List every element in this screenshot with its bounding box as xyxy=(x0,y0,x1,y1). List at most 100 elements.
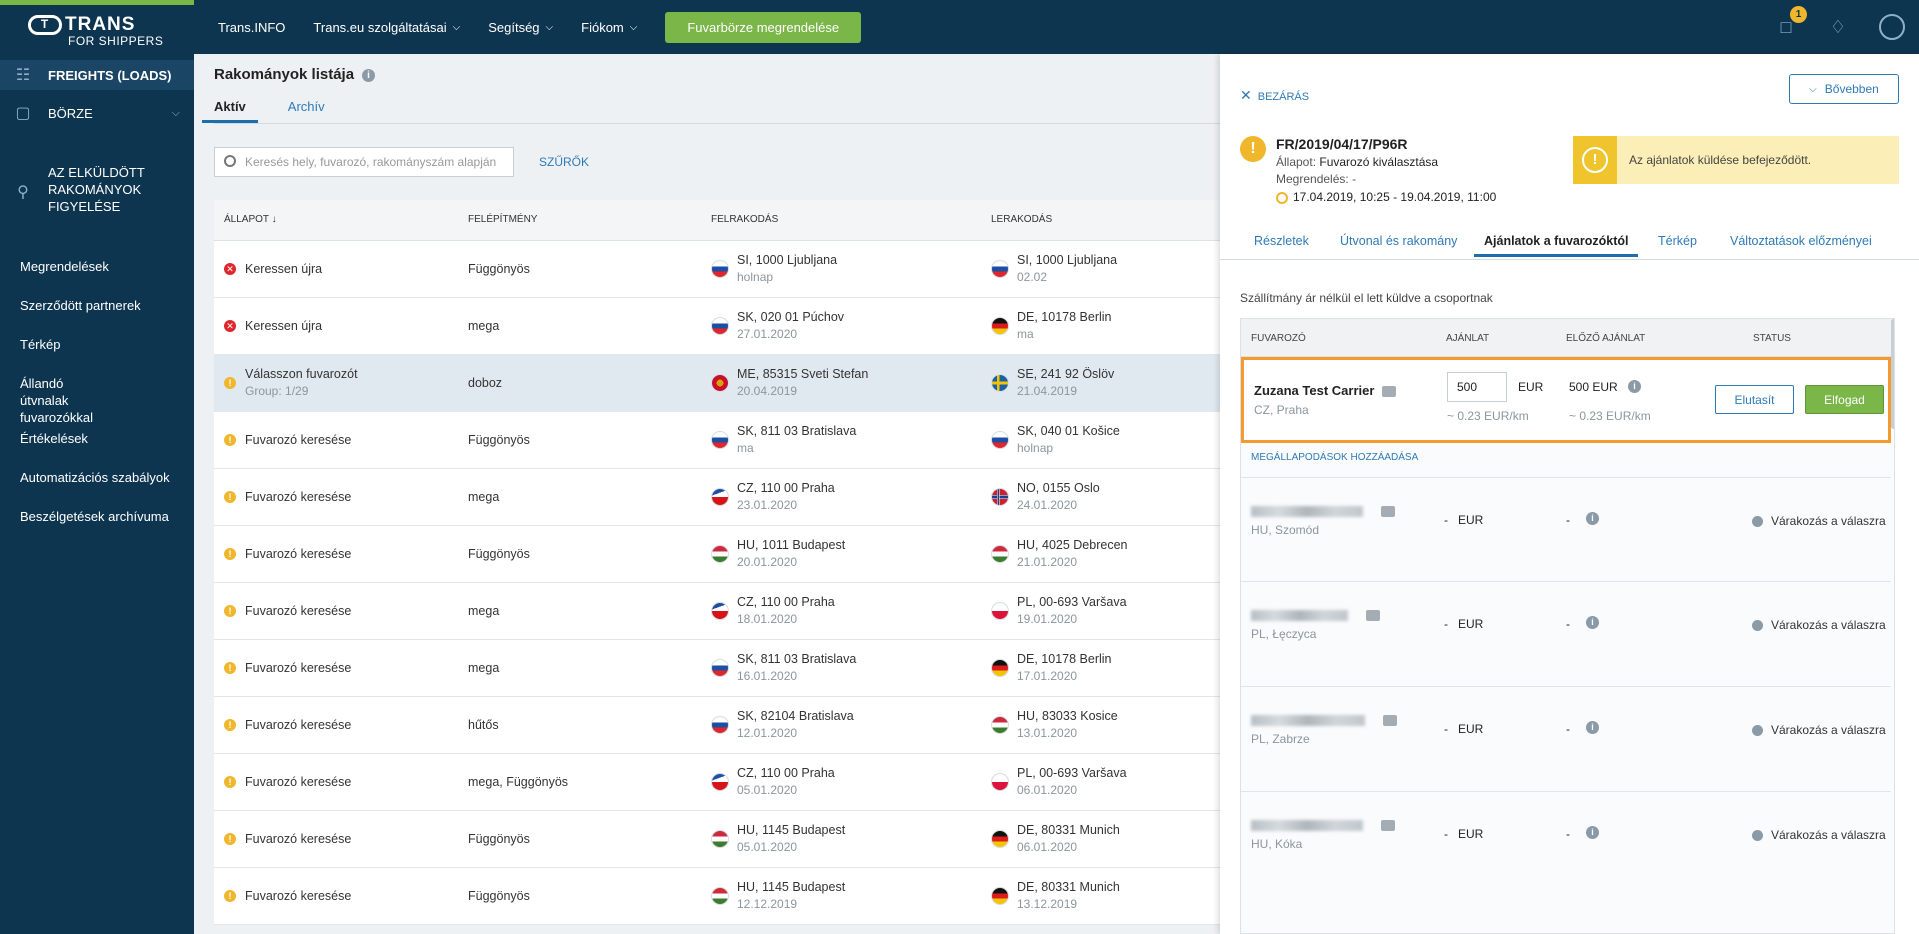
cell-unloading: DE, 80331 Munich 13.12.2019 xyxy=(981,867,1220,925)
tab-change-history[interactable]: Változtatások előzményei xyxy=(1730,234,1872,248)
cell-loading: SK, 020 01 Púchov 27.01.2020 xyxy=(701,297,981,355)
status-text: Fuvarozó keresése xyxy=(245,432,352,447)
table-row[interactable]: ! Fuvarozó keresése Függönyös SK, 811 03 Br… xyxy=(214,411,1220,469)
nav-account[interactable]: Fiókom ⌵ xyxy=(581,20,637,35)
loading-place: CZ, 110 00 Praha xyxy=(737,766,835,780)
offer-row[interactable]: HU, Szomód - EUR - i Várakozás a válaszra xyxy=(1241,477,1891,563)
unloading-place: SK, 040 01 Košice xyxy=(1017,424,1120,438)
chat-icon[interactable] xyxy=(1383,715,1397,726)
flag-icon xyxy=(711,544,729,563)
sidebar-item-chat-archive[interactable]: Beszélgetések archívuma xyxy=(0,508,194,525)
table-row[interactable]: ! Válasszon fuvarozót Group: 1/29 doboz ME, … xyxy=(214,354,1220,412)
info-icon[interactable]: i xyxy=(1586,721,1599,734)
cell-body-type: mega xyxy=(458,297,701,355)
chat-icon[interactable] xyxy=(1381,506,1395,517)
sidebar-item-orders[interactable]: Megrendelések xyxy=(0,258,194,275)
offer-value: - xyxy=(1444,722,1448,736)
info-icon[interactable]: i xyxy=(1628,380,1641,393)
cell-unloading: NO, 0155 Oslo 24.01.2020 xyxy=(981,468,1220,526)
table-row[interactable]: ! Fuvarozó keresése mega, Függönyös CZ, 110… xyxy=(214,753,1220,811)
clock-icon xyxy=(1752,829,1763,841)
table-row[interactable]: ! Fuvarozó keresése mega SK, 811 03 Bratisl… xyxy=(214,639,1220,697)
info-icon[interactable]: i xyxy=(1586,512,1599,525)
offer-row[interactable]: PL, Łęczyca - EUR - i Várakozás a válaszra xyxy=(1241,581,1891,667)
price-input[interactable]: 500 xyxy=(1447,372,1507,402)
more-button[interactable]: ⌵ Bővebben xyxy=(1789,74,1899,104)
info-icon[interactable]: i xyxy=(1586,616,1599,629)
cell-loading: SK, 82104 Bratislava 12.01.2020 xyxy=(701,696,981,754)
search-input[interactable]: Keresés hely, fuvarozó, rakományszám ala… xyxy=(214,147,514,177)
bell-icon[interactable]: ♢ xyxy=(1827,16,1849,38)
price-per-km: ~ 0.23 EUR/km xyxy=(1447,409,1529,423)
col-status[interactable]: ÁLLAPOT ↓ xyxy=(214,200,458,241)
unloading-date: 13.12.2019 xyxy=(1017,897,1078,911)
status-waiting: Várakozás a válaszra xyxy=(1752,723,1886,737)
sidebar-item-map[interactable]: Térkép xyxy=(0,336,194,353)
chat-icon[interactable] xyxy=(1381,820,1395,831)
cell-status: ✕ Keressen újra xyxy=(214,297,458,355)
accept-button[interactable]: Elfogad xyxy=(1805,385,1884,414)
logo[interactable]: T TRANS FOR SHIPPERS xyxy=(28,14,163,48)
status: ! Fuvarozó keresése xyxy=(224,661,458,675)
sidebar-item-exchange[interactable]: ▢ BÖRZE ⌵ xyxy=(0,100,194,126)
unloading-date: 13.01.2020 xyxy=(1017,726,1078,740)
info-icon[interactable]: i xyxy=(362,68,376,82)
tab-archive[interactable]: Archív xyxy=(288,99,325,123)
unloading-date: 17.01.2020 xyxy=(1017,669,1078,683)
nav-services[interactable]: Trans.eu szolgáltatásai ⌵ xyxy=(313,20,460,35)
table-row[interactable]: ✕ Keressen újra mega SK, 020 01 Púchov 27.01… xyxy=(214,297,1220,355)
list-tabs: Aktív Archív xyxy=(202,99,355,123)
sidebar-item-automation[interactable]: Automatizációs szabályok xyxy=(0,469,194,486)
nav-trans-info[interactable]: Trans.INFO xyxy=(218,20,285,35)
status-text: Fuvarozó keresése xyxy=(245,603,352,618)
sidebar-item-routes[interactable]: Állandó útvnalak fuvarozókkal xyxy=(0,375,130,426)
offer-row[interactable]: HU, Kóka - EUR - i Várakozás a válaszra xyxy=(1241,791,1891,877)
sidebar-item-freights[interactable]: ☷ FREIGHTS (LOADS) xyxy=(0,60,194,90)
table-row[interactable]: ! Fuvarozó keresése Függönyös HU, 1145 Buda… xyxy=(214,810,1220,868)
chat-icon[interactable] xyxy=(1366,610,1380,621)
tab-divider xyxy=(214,123,1220,124)
avatar[interactable] xyxy=(1879,14,1905,40)
carrier-name-redacted xyxy=(1251,715,1365,726)
loading-date: 12.01.2020 xyxy=(737,726,798,740)
freight-table: ÁLLAPOT ↓ FELÉPÍTMÉNY FELRAKODÁS LERAKOD… xyxy=(214,200,1220,925)
tab-details[interactable]: Részletek xyxy=(1254,234,1309,248)
tab-route-cargo[interactable]: Útvonal és rakomány xyxy=(1340,234,1457,248)
close-button[interactable]: ✕ BEZÁRÁS xyxy=(1240,87,1309,104)
tab-active[interactable]: Aktív xyxy=(202,99,258,123)
nav-help[interactable]: Segítség ⌵ xyxy=(488,20,553,35)
table-row[interactable]: ! Fuvarozó keresése hűtős SK, 82104 Bratisl… xyxy=(214,696,1220,754)
table-row[interactable]: ! Fuvarozó keresése mega CZ, 110 00 Praha 23… xyxy=(214,468,1220,526)
cell-loading: ME, 85315 Sveti Stefan 20.04.2019 xyxy=(701,354,981,412)
table-row[interactable]: ! Fuvarozó keresése Függönyös HU, 1011 Buda… xyxy=(214,525,1220,583)
carrier-name[interactable]: Zuzana Test Carrier xyxy=(1254,383,1397,398)
panel-tabs: Részletek Útvonal és rakomány Ajánlatok … xyxy=(1220,234,1919,260)
offer-currency: EUR xyxy=(1458,513,1484,527)
tab-carrier-offers[interactable]: Ajánlatok a fuvarozóktól xyxy=(1474,234,1639,257)
sidebar-item-partners[interactable]: Szerződött partnerek xyxy=(0,297,194,314)
flag-icon xyxy=(711,316,729,335)
info-icon[interactable]: i xyxy=(1586,826,1599,839)
cell-loading: SI, 1000 Ljubljana holnap xyxy=(701,240,981,298)
loading-place: ME, 85315 Sveti Stefan xyxy=(737,367,869,381)
table-row[interactable]: ! Fuvarozó keresése mega CZ, 110 00 Praha 18… xyxy=(214,582,1220,640)
flag-icon xyxy=(711,772,729,791)
add-agreements-link[interactable]: MEGÁLLAPODÁSOK HOZZÁADÁSA xyxy=(1251,452,1418,463)
sidebar-item-tracking[interactable]: ⚲ AZ ELKÜLDÖTT RAKOMÁNYOK FIGYELÉSE xyxy=(0,164,194,215)
box-icon: ▢ xyxy=(15,105,31,122)
sidebar-item-label: AZ ELKÜLDÖTT RAKOMÁNYOK FIGYELÉSE xyxy=(48,165,145,214)
chat-icon[interactable] xyxy=(1382,386,1397,398)
reject-button[interactable]: Elutasít xyxy=(1715,385,1794,414)
table-row[interactable]: ! Fuvarozó keresése Függönyös HU, 1145 Buda… xyxy=(214,867,1220,925)
sidebar-item-ratings[interactable]: Értékelések xyxy=(0,430,194,447)
carrier-city: PL, Łęczyca xyxy=(1251,627,1317,641)
scrollbar[interactable] xyxy=(1891,319,1894,429)
cell-status: ! Fuvarozó keresése xyxy=(214,582,458,640)
table-row[interactable]: ✕ Keressen újra Függönyös SI, 1000 Ljubljan… xyxy=(214,240,1220,298)
offer-row[interactable]: PL, Zabrze - EUR - i Várakozás a válaszra xyxy=(1241,686,1891,772)
filters-button[interactable]: SZŰRŐK xyxy=(539,155,589,169)
tab-map[interactable]: Térkép xyxy=(1658,234,1697,248)
loading-place: CZ, 110 00 Praha xyxy=(737,481,835,495)
order-exchange-button[interactable]: Fuvarbörze megrendelése xyxy=(665,11,862,43)
messages-icon[interactable]: □ 1 xyxy=(1775,6,1807,38)
